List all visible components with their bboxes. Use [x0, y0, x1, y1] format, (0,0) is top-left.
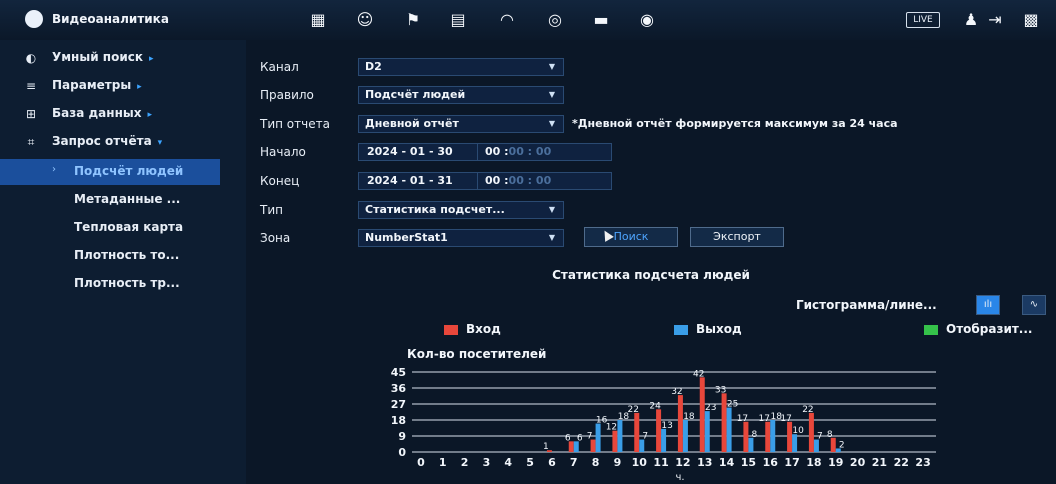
legend-entry[interactable]: Вход — [444, 322, 501, 336]
legend-label: Отобразит... — [946, 322, 1033, 336]
search-button[interactable]: Поиск — [584, 227, 678, 247]
end-time-rest: 00 : 00 — [508, 174, 552, 187]
report-type-label: Тип отчета — [260, 117, 330, 131]
database-icon: ⊞ — [25, 107, 37, 121]
zone-label: Зона — [260, 231, 291, 245]
sidebar-item-report-query[interactable]: ⌗ Запрос отчёта ▾ — [0, 128, 246, 156]
divider — [477, 144, 478, 160]
dropdown-arrow-icon: ▼ — [548, 90, 555, 99]
export-button[interactable]: Экспорт — [690, 227, 784, 247]
main-content: Канал D2 ▼ Правило Подсчёт людей ▼ Тип о… — [246, 40, 1056, 484]
user-icon[interactable]: ♟ — [960, 9, 982, 31]
list-icon: ≡ — [25, 79, 37, 93]
legend-swatch-icon — [924, 324, 938, 335]
sidebar-item-smart-search[interactable]: ◐ Умный поиск ▸ — [0, 44, 246, 72]
divider — [477, 173, 478, 189]
type-value: Статистика подсчет... — [365, 203, 505, 216]
dropdown-arrow-icon: ▼ — [548, 62, 555, 71]
type-select[interactable]: Статистика подсчет... ▼ — [358, 201, 564, 219]
sidebar-subitem-metadata[interactable]: Метаданные ... — [0, 187, 220, 213]
logout-icon[interactable]: ⇥ — [984, 9, 1006, 31]
line-chart-mode-button[interactable]: ∿ — [1022, 295, 1046, 315]
sidebar-item-label: Параметры — [52, 78, 132, 92]
sidebar-item-label: База данных — [52, 106, 142, 120]
alarm-icon[interactable]: ⚑ — [402, 9, 424, 31]
audio-icon[interactable]: ◉ — [636, 9, 658, 31]
grid-icon[interactable]: ▤ — [447, 9, 469, 31]
chart-title: Статистика подсчета людей — [552, 268, 750, 282]
start-label: Начало — [260, 145, 306, 159]
sidebar-subitem-density-2[interactable]: Плотность тр... — [0, 271, 220, 297]
rule-select[interactable]: Подсчёт людей ▼ — [358, 86, 564, 104]
brain-icon — [25, 10, 43, 28]
report-type-value: Дневной отчёт — [365, 117, 459, 130]
sidebar-subitem-heatmap[interactable]: Тепловая карта — [0, 215, 220, 241]
legend-entry[interactable]: Отобразит... — [924, 322, 1032, 336]
channel-label: Канал — [260, 60, 299, 74]
sidebar-item-label: Умный поиск — [52, 50, 143, 64]
channel-select[interactable]: D2 ▼ — [358, 58, 564, 76]
end-datetime-input[interactable]: 2024 - 01 - 31 00 :00 : 00 — [358, 172, 612, 190]
end-time-hour: 00 : — [485, 174, 509, 187]
sidebar-subitem-label: Плотность то... — [74, 248, 180, 262]
dropdown-arrow-icon: ▼ — [548, 205, 555, 214]
rule-label: Правило — [260, 88, 314, 102]
start-datetime-input[interactable]: 2024 - 01 - 30 00 :00 : 00 — [358, 143, 612, 161]
bar-chart-mode-button[interactable]: ılı — [976, 295, 1000, 315]
chart-y-axis-label: Кол-во посетителей — [407, 347, 547, 361]
disc-icon[interactable]: ◎ — [544, 9, 566, 31]
sidebar-item-label: Запрос отчёта — [52, 134, 152, 148]
legend-entry[interactable]: Выход — [674, 322, 742, 336]
start-date: 2024 - 01 - 30 — [367, 145, 453, 158]
end-label: Конец — [260, 174, 300, 188]
top-bar: Видеоаналитика ▦ ☺ ⚑ ▤ ◠ ◎ ▬ ◉ LIVE ♟ ⇥ … — [0, 0, 1056, 41]
legend-swatch-icon — [444, 324, 458, 335]
sidebar-item-database[interactable]: ⊞ База данных ▸ — [0, 100, 246, 128]
report-hint: *Дневной отчёт формируется максимум за 2… — [572, 117, 898, 130]
legend-swatch-icon — [674, 324, 688, 335]
start-time-hour: 00 : — [485, 145, 509, 158]
sidebar-subitem-label: Тепловая карта — [74, 220, 184, 234]
sidebar-subitem-density-1[interactable]: Плотность то... — [0, 243, 220, 269]
sidebar-subitem-label: Метаданные ... — [74, 192, 181, 206]
chevron-right-icon: ▸ — [137, 82, 142, 92]
start-time-rest: 00 : 00 — [508, 145, 552, 158]
monitor-icon[interactable]: ▬ — [590, 9, 612, 31]
legend-label: Выход — [696, 322, 742, 336]
zone-select[interactable]: NumberStat1 ▼ — [358, 229, 564, 247]
sidebar: ◐ Умный поиск ▸ ≡ Параметры ▸ ⊞ База данны… — [0, 40, 246, 484]
live-button[interactable]: LIVE — [906, 12, 940, 28]
zone-value: NumberStat1 — [365, 231, 448, 244]
video-icon[interactable]: ▦ — [307, 9, 329, 31]
smart-search-icon: ◐ — [25, 51, 37, 65]
app-title: Видеоаналитика — [52, 12, 169, 26]
legend-label: Вход — [466, 322, 501, 336]
face-icon[interactable]: ☺ — [354, 9, 376, 31]
chart-mode-label: Гистограмма/лине... — [796, 298, 937, 312]
channel-value: D2 — [365, 60, 382, 73]
chevron-right-icon: ▸ — [149, 54, 154, 64]
qr-code-icon[interactable]: ▩ — [1020, 9, 1042, 31]
rule-value: Подсчёт людей — [365, 88, 466, 101]
report-icon: ⌗ — [27, 135, 35, 149]
sidebar-subitem-label: Плотность тр... — [74, 276, 180, 290]
bar-chart-icon: ılı — [983, 299, 993, 310]
sidebar-subitem-label: Подсчёт людей — [74, 164, 184, 178]
report-type-select[interactable]: Дневной отчёт ▼ — [358, 115, 564, 133]
end-date: 2024 - 01 - 31 — [367, 174, 453, 187]
dropdown-arrow-icon: ▼ — [548, 233, 555, 242]
chevron-right-icon: ▸ — [147, 110, 152, 120]
chevron-right-icon: › — [52, 164, 56, 175]
sidebar-subitem-people-counting[interactable]: › Подсчёт людей — [0, 159, 220, 185]
line-chart-icon: ∿ — [1029, 299, 1039, 310]
sidebar-item-parameters[interactable]: ≡ Параметры ▸ — [0, 72, 246, 100]
type-label: Тип — [260, 203, 283, 217]
chevron-down-icon: ▾ — [157, 138, 163, 148]
speed-icon[interactable]: ◠ — [496, 9, 518, 31]
dropdown-arrow-icon: ▼ — [548, 119, 555, 128]
